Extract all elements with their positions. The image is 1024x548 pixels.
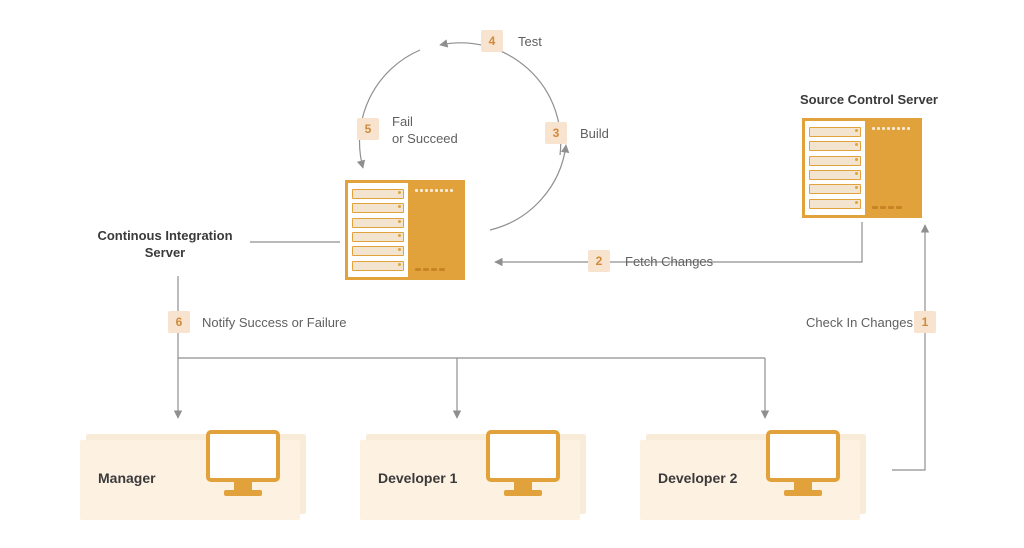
- monitor-icon: [204, 428, 282, 500]
- step-1-label: Check In Changes: [806, 315, 913, 332]
- step-3-label: Build: [580, 126, 609, 143]
- step-2-label: Fetch Changes: [625, 254, 713, 271]
- step-4-label: Test: [518, 34, 542, 51]
- source-control-server-icon: [802, 118, 922, 218]
- step-1-badge: 1: [914, 311, 936, 333]
- step-6-badge: 6: [168, 311, 190, 333]
- step-2-badge: 2: [588, 250, 610, 272]
- ci-flow-diagram: { "colors": {"accent":"#e2a23b","badge_b…: [0, 0, 1024, 548]
- role-developer-2: Developer 2: [640, 440, 860, 520]
- monitor-icon: [764, 428, 842, 500]
- step-5-badge: 5: [357, 118, 379, 140]
- role-developer-1: Developer 1: [360, 440, 580, 520]
- role-developer-2-label: Developer 2: [658, 470, 737, 486]
- ci-server-label: Continous Integration Server: [85, 228, 245, 262]
- role-developer-1-label: Developer 1: [378, 470, 457, 486]
- step-3-badge: 3: [545, 122, 567, 144]
- role-manager-label: Manager: [98, 470, 156, 486]
- step-5-label: Fail or Succeed: [392, 114, 458, 148]
- monitor-icon: [484, 428, 562, 500]
- step-6-label: Notify Success or Failure: [202, 315, 347, 332]
- step-4-badge: 4: [481, 30, 503, 52]
- source-control-server-label: Source Control Server: [800, 92, 938, 109]
- ci-server-icon: [345, 180, 465, 280]
- role-manager: Manager: [80, 440, 300, 520]
